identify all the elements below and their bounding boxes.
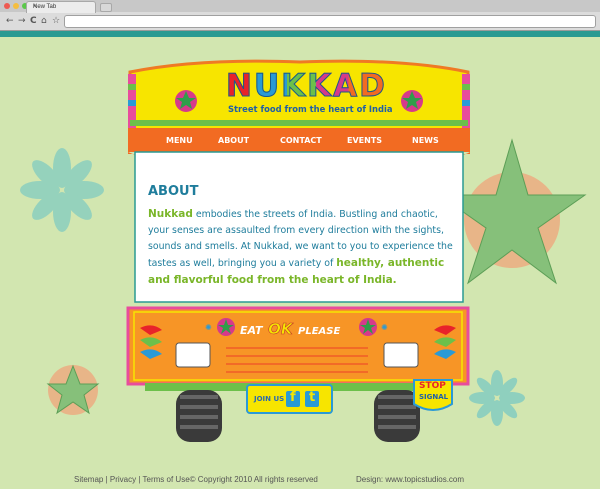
about-paragraph: Nukkad embodies the streets of India. Bu… [148,206,454,289]
logo-text: NUKKAD [226,68,387,105]
footer-separator: | [105,475,108,484]
footer-sitemap-link[interactable]: Sitemap [74,475,103,484]
nav-news[interactable]: NEWS [412,136,439,145]
nav-contact[interactable]: CONTACT [280,136,322,145]
stop-label: STOP [419,381,446,391]
signal-label: SIGNAL [419,393,449,401]
right-headlight [383,342,419,368]
facebook-link[interactable]: f [290,390,296,405]
footer-links: Sitemap | Privacy | Terms of Use© Copyri… [74,475,318,484]
bunting-strip [130,120,468,126]
footer-design-credit[interactable]: Design: www.topicstudios.com [356,475,464,484]
svg-text:✺: ✺ [205,323,212,332]
nav-about[interactable]: ABOUT [218,136,249,145]
site-logo[interactable]: NUKKAD [226,68,387,105]
left-flower-icon [20,148,104,232]
truck-slogan: EAT OK PLEASE [240,319,341,339]
site-tagline: Street food from the heart of India [228,104,393,114]
footer-privacy-link[interactable]: Privacy [110,475,136,484]
twitter-link[interactable]: t [309,390,315,405]
svg-text:✺: ✺ [381,323,388,332]
right-flower-icon [469,370,525,426]
slogan-ok: OK [268,320,293,339]
about-heading: ABOUT [148,184,199,199]
join-us-label: JOIN US [254,395,285,403]
slogan-eat: EAT [240,324,263,337]
footer-copyright: © Copyright 2010 All rights reserved [189,475,318,484]
left-headlight [175,342,211,368]
slogan-please: PLEASE [298,326,341,337]
brand-name: Nukkad [148,208,193,220]
footer-separator: | [138,475,141,484]
footer-terms-link[interactable]: Terms of Use [143,475,190,484]
nav-menu[interactable]: MENU [166,136,193,145]
nav-events[interactable]: EVENTS [347,136,382,145]
